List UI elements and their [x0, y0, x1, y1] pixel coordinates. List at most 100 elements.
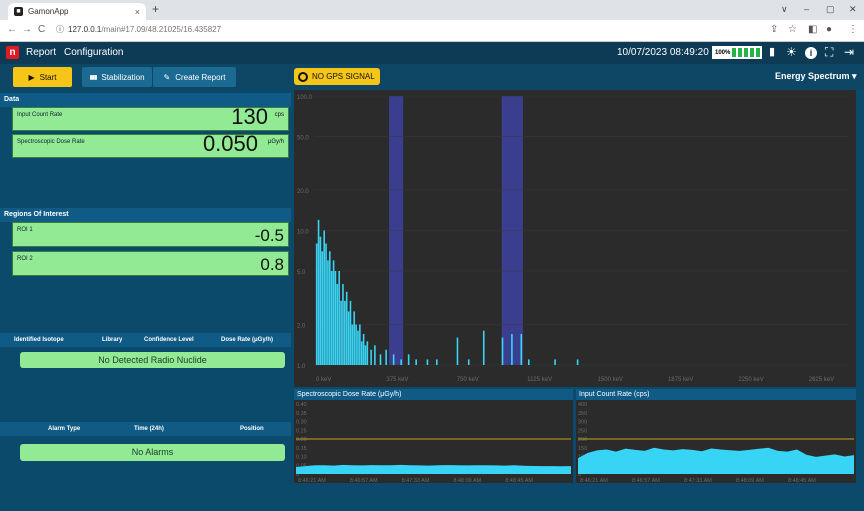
maximize-icon[interactable]: ▢ [826, 4, 835, 15]
spectrum-bar [482, 330, 485, 365]
address-bar: ← → C ⓘ 127.0.0.1/main#17.09/48.21025/16… [0, 20, 864, 42]
spectrum-bar [340, 300, 342, 365]
create-report-button[interactable]: ✎ Create Report [153, 67, 236, 87]
dose-label: Spectroscopic Dose Rate [17, 139, 85, 145]
browser-tab-bar: ■ GamonApp × + ∨ – ▢ ✕ [0, 0, 864, 20]
spectrum-ytick: 100.0 [297, 95, 313, 101]
back-icon[interactable]: ← [7, 24, 17, 35]
spectrum-bar [330, 270, 333, 365]
create-report-label: Create Report [175, 72, 226, 82]
reload-icon[interactable]: C [38, 24, 45, 35]
bar-chart-icon: ▮▮▮ [89, 74, 97, 81]
bookmark-star-icon[interactable]: ☆ [788, 24, 797, 35]
browser-menu-icon[interactable]: ⋮ [848, 24, 858, 35]
battery-bar [732, 48, 737, 57]
spectrum-bar [342, 284, 344, 365]
roi-label: ROI 1 [17, 227, 33, 233]
minimize-icon[interactable]: – [804, 4, 809, 14]
spectrum-bar [349, 300, 352, 365]
spectrum-bar [327, 260, 329, 365]
spectrum-bar [353, 311, 356, 365]
info-icon[interactable]: i [805, 47, 817, 59]
dose-trend-svg: 0.400.350.300.250.200.150.100.0508:46:21… [296, 402, 571, 483]
spectrum-xtick: 375 keV [386, 377, 408, 383]
dose-rate-trend-chart[interactable]: Spectroscopic Dose Rate (μGy/h) 0.40 0.35… [294, 389, 573, 483]
trend-ytick: 0.40 [296, 402, 307, 408]
menu-report[interactable]: Report [26, 47, 56, 58]
share-icon[interactable]: ⇪ [770, 24, 778, 35]
side-panel-icon[interactable]: ◧ [808, 24, 817, 35]
spectrum-bar [345, 291, 348, 365]
spectrum-bar [576, 359, 579, 365]
spectrum-bar [360, 341, 363, 365]
spectrum-bar [370, 349, 372, 365]
battery-bar [756, 48, 761, 57]
dose-rate-card: Spectroscopic Dose Rate 0.050 μGy/h [12, 131, 289, 158]
col-dose-rate: Dose Rate (μGy/h) [221, 337, 274, 343]
trend-ytick: 300 [578, 420, 587, 426]
trend-ytick: 0.30 [296, 420, 307, 426]
spectrum-bar [511, 334, 513, 365]
brightness-icon[interactable]: ☀ [786, 45, 797, 59]
spectrum-bar [426, 359, 429, 365]
spectrum-bar [347, 311, 350, 365]
spectrum-bar [323, 230, 325, 365]
trend-xtick: 8:46:21 AM [580, 478, 608, 483]
count-rate-trend-chart[interactable]: Input Count Rate (cps) 400 350 300 250 200 15… [576, 389, 856, 483]
spectrum-ytick: 5.0 [297, 270, 306, 276]
spectrum-bar [400, 359, 402, 365]
toolbar: ▶ Start ▮▮▮ Stabilization ✎ Create Repor… [0, 64, 864, 90]
trend-xtick: 8:48:09 AM [453, 478, 481, 483]
menu-configuration[interactable]: Configuration [64, 47, 123, 58]
energy-spectrum-chart[interactable]: 100.0 50.0 20.0 10.0 5.0 2.0 1.0 0 keV 375 keV 75… [294, 90, 856, 387]
roi-value: 0.8 [260, 255, 284, 274]
trend-xtick: 8:46:21 AM [298, 478, 326, 483]
spectrum-bar [364, 345, 367, 365]
roi-section-header: Regions Of Interest [0, 208, 291, 222]
trend-xtick: 8:47:33 AM [402, 478, 430, 483]
spectrum-bar [366, 341, 369, 365]
view-selector[interactable]: Energy Spectrum ▾ [775, 71, 857, 82]
trend-xtick: 8:48:09 AM [736, 478, 764, 483]
window-close-icon[interactable]: ✕ [849, 4, 857, 15]
col-alarm-type: Alarm Type [48, 426, 81, 432]
stabilization-button[interactable]: ▮▮▮ Stabilization [82, 67, 152, 87]
col-identified-isotope: Identified Isotope [14, 337, 64, 343]
spectrum-bar [321, 251, 324, 365]
trend-ytick: 0.10 [296, 455, 307, 461]
device-icon: ▮ [769, 46, 776, 58]
count-trend-svg: 4003503002502001501005008:46:21 AM8:46:5… [578, 402, 854, 483]
new-tab-icon[interactable]: + [152, 2, 159, 16]
battery-bar [750, 48, 755, 57]
spectrum-bar [336, 284, 339, 365]
url-field[interactable]: ⓘ 127.0.0.1/main#17.09/48.21025/16.43582… [56, 24, 221, 35]
spectrum-xtick: 2625 keV [809, 377, 834, 383]
battery-percent: 100% [715, 49, 731, 56]
icr-value: 130 [231, 104, 268, 129]
start-button[interactable]: ▶ Start [13, 67, 72, 87]
dose-unit: μGy/h [267, 139, 284, 145]
browser-tab[interactable]: ■ GamonApp × [8, 3, 146, 20]
spectrum-bar [359, 324, 361, 365]
spectrum-xtick: 0 keV [316, 377, 331, 383]
trend-xtick: 8:46:57 AM [350, 478, 378, 483]
site-info-icon[interactable]: ⓘ [56, 24, 64, 35]
tab-search-icon[interactable]: ∨ [781, 4, 788, 15]
trend-ytick: 0.15 [296, 446, 307, 452]
trend-ytick: 400 [578, 402, 587, 408]
url-path: /main#17.09/48.21025/16.435827 [101, 25, 222, 34]
roi-label: ROI 2 [17, 256, 33, 262]
no-isotopes-message: No Detected Radio Nuclide [20, 352, 285, 368]
roi-card: ROI 1 -0.5 [12, 222, 289, 247]
gps-icon [298, 71, 308, 82]
logout-icon[interactable]: ⇥ [844, 45, 854, 59]
forward-icon[interactable]: → [22, 24, 32, 35]
profile-icon[interactable]: ● [826, 24, 832, 35]
fullscreen-icon[interactable]: ⛶ [825, 45, 833, 60]
trend-ytick: 350 [578, 411, 587, 417]
spectrum-bar [325, 243, 327, 365]
trend-xtick: 8:47:33 AM [684, 478, 712, 483]
spectrum-bar [338, 270, 341, 365]
tab-close-icon[interactable]: × [135, 7, 140, 17]
dose-value: 0.050 [202, 131, 258, 156]
